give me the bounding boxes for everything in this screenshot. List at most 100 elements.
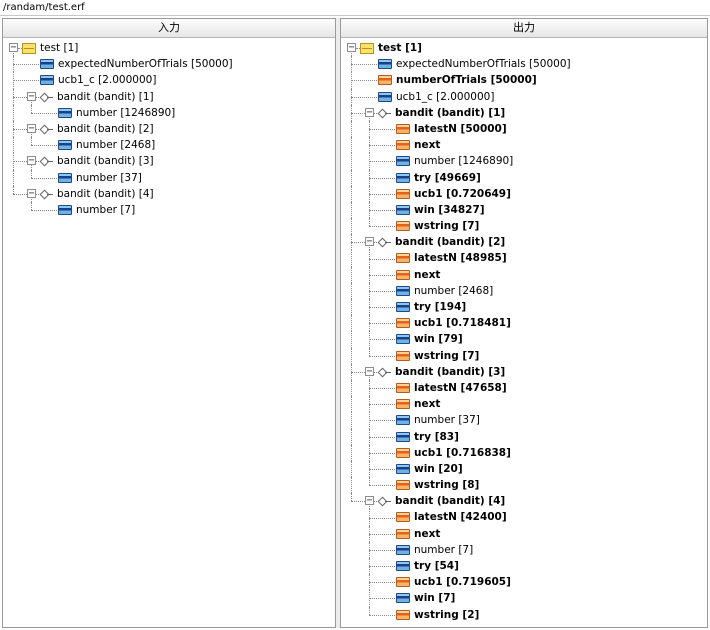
tree-node[interactable]: number [37] <box>3 169 335 186</box>
tree-node[interactable]: ucb1 [0.718481] <box>341 315 707 332</box>
tree-node-label: number [7] <box>414 543 474 556</box>
tree-connector-line <box>369 566 395 568</box>
tree-node[interactable]: try [49669] <box>341 169 707 186</box>
tree-node-label: test [1] <box>40 42 79 54</box>
tree-node[interactable]: number [7] <box>341 541 707 558</box>
tree-node[interactable]: latestN [47658] <box>341 379 707 397</box>
collapse-toggle-icon[interactable]: − <box>27 188 36 198</box>
variable-icon <box>396 172 410 183</box>
variable-icon <box>58 204 72 215</box>
tree-node-label: ucb1 [0.720649] <box>414 187 511 200</box>
tree-node[interactable]: number [37] <box>341 412 707 429</box>
variable-icon <box>58 107 72 118</box>
bandit-node-icon <box>40 124 53 134</box>
tree-node[interactable]: win [7] <box>341 590 707 607</box>
tree-connector-line <box>369 226 395 228</box>
tree-node[interactable]: − bandit (bandit) [1] <box>341 104 707 121</box>
tree-node-label: number [7] <box>76 203 136 216</box>
tree-connector-line <box>351 64 377 66</box>
collapse-toggle-icon[interactable]: − <box>9 43 18 53</box>
tree-node-label: win [7] <box>414 592 456 605</box>
tree-node[interactable]: − bandit (bandit) [2] <box>3 120 335 138</box>
tree-node[interactable]: ucb1 [0.720649] <box>341 185 707 202</box>
tree-node[interactable]: ucb1 [0.719605] <box>341 574 707 591</box>
tree-guide-line <box>31 201 32 210</box>
tree-node[interactable]: win [20] <box>341 460 707 478</box>
collapse-toggle-icon[interactable]: − <box>347 43 356 53</box>
tree-guide-line <box>351 185 352 202</box>
tree-connector-line <box>369 549 395 551</box>
tree-node[interactable]: wstring [8] <box>341 477 707 494</box>
collapse-toggle-icon[interactable]: − <box>365 107 374 117</box>
tree-node[interactable]: expectedNumberOfTrials [50000] <box>3 56 335 73</box>
collapse-toggle-icon[interactable]: − <box>27 156 36 166</box>
collapse-toggle-icon[interactable]: − <box>27 123 36 133</box>
tree-node-label: expectedNumberOfTrials [50000] <box>396 58 571 71</box>
tree-node[interactable]: ucb1_c [2.000000] <box>3 72 335 89</box>
tree-node-label: ucb1 [0.719605] <box>414 576 511 589</box>
tree-node-label: latestN [42400] <box>414 511 507 524</box>
bandit-node-icon <box>378 108 391 118</box>
tree-node[interactable]: − bandit (bandit) [2] <box>341 234 707 251</box>
folder-icon <box>22 43 36 54</box>
output-variable-icon <box>396 188 410 199</box>
output-pane-header: 出力 <box>341 19 707 38</box>
tree-node[interactable]: latestN [50000] <box>341 120 707 138</box>
tree-connector-line <box>369 404 395 406</box>
tree-node[interactable]: wstring [2] <box>341 606 707 623</box>
tree-node[interactable]: next <box>341 266 707 283</box>
tree-node[interactable]: number [1246890] <box>3 104 335 121</box>
tree-node[interactable]: number [2468] <box>341 282 707 299</box>
tree-node[interactable]: next <box>341 525 707 542</box>
tree-node[interactable]: latestN [42400] <box>341 509 707 526</box>
tree-node[interactable]: win [34827] <box>341 201 707 219</box>
tree-node[interactable]: wstring [7] <box>341 347 707 364</box>
output-variable-icon <box>396 350 410 361</box>
output-variable-icon <box>396 577 410 588</box>
variable-icon <box>396 463 410 474</box>
variable-icon <box>40 59 54 70</box>
tree-node[interactable]: − bandit (bandit) [4] <box>341 493 707 510</box>
tree-node-label: ucb1 [0.718481] <box>414 317 511 330</box>
tree-node-label: try [83] <box>414 430 459 443</box>
tree-node-label: bandit (bandit) [3] <box>395 365 506 378</box>
tree-node[interactable]: − bandit (bandit) [3] <box>3 153 335 170</box>
tree-node[interactable]: try [54] <box>341 558 707 575</box>
tree-node[interactable]: numberOfTrials [50000] <box>341 72 707 89</box>
tree-node[interactable]: ucb1_c [2.000000] <box>341 88 707 105</box>
tree-node[interactable]: win [79] <box>341 331 707 348</box>
tree-node[interactable]: try [194] <box>341 299 707 316</box>
tree-connector-line <box>369 468 395 470</box>
tree-node-label: bandit (bandit) [2] <box>57 122 154 135</box>
bandit-node-icon <box>40 156 53 166</box>
collapse-toggle-icon[interactable]: − <box>365 237 374 247</box>
tree-connector-line <box>369 339 395 341</box>
tree-node[interactable]: next <box>341 396 707 413</box>
output-variable-icon <box>396 528 410 539</box>
variable-icon <box>40 75 54 86</box>
tree-node[interactable]: − bandit (bandit) [3] <box>341 363 707 380</box>
tree-node[interactable]: try [83] <box>341 428 707 445</box>
tree-node[interactable]: next <box>341 137 707 154</box>
tree-node[interactable]: number [1246890] <box>341 153 707 170</box>
tree-node-label: bandit (bandit) [4] <box>57 187 154 200</box>
input-tree: − test [1] expectedNumberOfTrials [50000] u… <box>3 38 335 218</box>
output-variable-icon <box>396 123 410 134</box>
variable-icon <box>396 334 410 345</box>
tree-node[interactable]: − bandit (bandit) [1] <box>3 88 335 105</box>
tree-node[interactable]: number [7] <box>3 201 335 218</box>
tree-connector-line <box>369 485 395 487</box>
tree-node[interactable]: number [2468] <box>3 137 335 154</box>
tree-node[interactable]: wstring [7] <box>341 218 707 235</box>
tree-node-label: latestN [48985] <box>414 252 507 265</box>
tree-node[interactable]: − bandit (bandit) [4] <box>3 185 335 202</box>
collapse-toggle-icon[interactable]: − <box>365 496 374 506</box>
tree-node[interactable]: − test [1] <box>341 40 707 57</box>
tree-node[interactable]: expectedNumberOfTrials [50000] <box>341 56 707 73</box>
tree-node[interactable]: − test [1] <box>3 40 335 57</box>
collapse-toggle-icon[interactable]: − <box>27 91 36 101</box>
tree-node[interactable]: ucb1 [0.716838] <box>341 444 707 461</box>
tree-guide-line <box>351 153 352 170</box>
tree-node[interactable]: latestN [48985] <box>341 250 707 267</box>
collapse-toggle-icon[interactable]: − <box>365 366 374 376</box>
